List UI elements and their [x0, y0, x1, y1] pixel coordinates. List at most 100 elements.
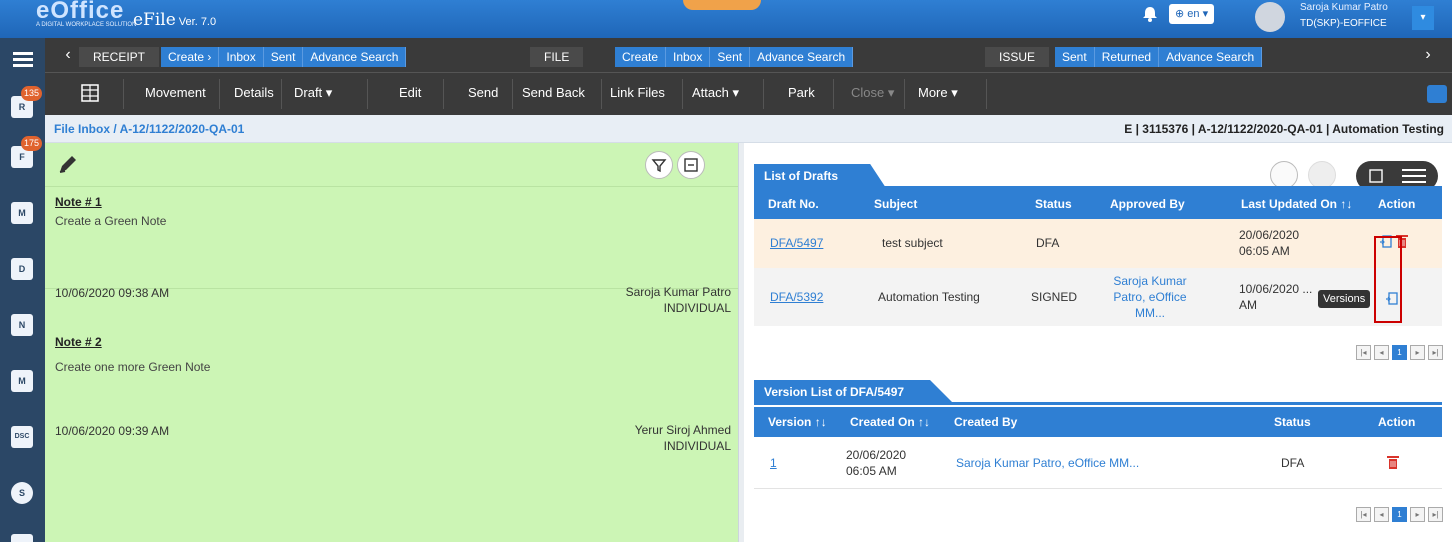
note-signature: Yerur Siroj Ahmed INDIVIDUAL [635, 422, 731, 454]
edit-button[interactable]: Edit [399, 85, 421, 100]
current-page[interactable]: 1 [1392, 345, 1407, 360]
breadcrumb-root-link[interactable]: File Inbox [54, 122, 110, 136]
logo-tagline: A DIGITAL WORKPLACE SOLUTION [36, 22, 137, 28]
col-created-on[interactable]: Created On ↑↓ [850, 415, 930, 429]
drafts-pagination: |◂ ◂ 1 ▸ ▸| [1356, 345, 1443, 360]
receipt-tab-inbox[interactable]: Inbox [219, 47, 264, 67]
note-title[interactable]: Note # 1 [55, 195, 102, 209]
first-page-button[interactable]: |◂ [1356, 345, 1371, 360]
delete-icon[interactable] [1387, 455, 1399, 470]
first-page-button[interactable]: |◂ [1356, 507, 1371, 522]
breadcrumb: File Inbox / A-12/1122/2020-QA-01 E | 31… [45, 115, 1452, 143]
close-dropdown-button[interactable]: Close ▾ [851, 85, 894, 101]
notes-pane: Note # 1 Create a Green Note 10/06/2020 … [45, 143, 738, 542]
col-subject[interactable]: Subject [874, 197, 917, 211]
toolbar-divider [904, 79, 905, 109]
file-tab-sent[interactable]: Sent [710, 47, 751, 67]
receipt-tab-sent[interactable]: Sent [264, 47, 304, 67]
versions-table-header: Version ↑↓ Created On ↑↓ Created By Stat… [754, 407, 1442, 437]
versions-pagination: |◂ ◂ 1 ▸ ▸| [1356, 507, 1443, 522]
eoffice-logo[interactable]: eOffice A DIGITAL WORKPLACE SOLUTION [36, 0, 137, 28]
user-menu-caret-icon[interactable]: ▾ [1412, 6, 1434, 30]
draft-dropdown-button[interactable]: Draft ▾ [294, 85, 332, 101]
notification-tab[interactable] [683, 0, 761, 10]
add-note-icon[interactable] [57, 153, 79, 175]
receipt-tab-create[interactable]: Create › [161, 47, 220, 67]
single-pane-view-icon[interactable] [1270, 161, 1298, 189]
notification-icon: N [11, 314, 33, 336]
file-tab-inbox[interactable]: Inbox [666, 47, 711, 67]
app-title: eFile [133, 10, 176, 30]
file-tab-advance-search[interactable]: Advance Search [750, 47, 854, 67]
link-files-button[interactable]: Link Files [610, 85, 665, 100]
draft-no-link[interactable]: DFA/5392 [770, 289, 823, 305]
mail-icon: M [11, 202, 33, 224]
issue-tab-sent[interactable]: Sent [1055, 47, 1095, 67]
app-header: eOffice A DIGITAL WORKPLACE SOLUTION eFi… [0, 0, 1452, 38]
nav-right-arrow-icon[interactable]: › [1419, 44, 1437, 66]
bell-icon[interactable] [1142, 6, 1158, 22]
note-item: Note # 1 Create a Green Note 10/06/2020 … [45, 188, 738, 315]
last-page-button[interactable]: ▸| [1428, 507, 1443, 522]
prev-page-button[interactable]: ◂ [1374, 345, 1389, 360]
version-link[interactable]: 1 [770, 455, 777, 471]
col-status[interactable]: Status [1035, 197, 1072, 211]
versions-tooltip: Versions [1318, 290, 1371, 308]
toolbar-divider [763, 79, 764, 109]
sidebar-item-dsc[interactable]: DSC [7, 420, 39, 452]
receipt-tab-advance-search[interactable]: Advance Search [303, 47, 407, 67]
sidebar-item-receipt[interactable]: 135 R [7, 86, 43, 122]
last-page-button[interactable]: ▸| [1428, 345, 1443, 360]
nav-left-arrow-icon[interactable]: ‹ [59, 44, 77, 66]
draft-updated: 10/06/2020 ... AM [1239, 282, 1313, 312]
drafts-section-title: List of Drafts [754, 164, 886, 188]
more-dropdown-button[interactable]: More ▾ [918, 85, 958, 101]
movement-button[interactable]: Movement [145, 85, 206, 100]
draft-updated: 20/06/2020 06:05 AM [1239, 228, 1300, 258]
details-button[interactable]: Details [234, 85, 274, 100]
hamburger-menu-icon[interactable] [13, 52, 33, 67]
filter-icon[interactable] [645, 151, 673, 179]
movement-icon: M [11, 370, 33, 392]
save-note-icon[interactable] [677, 151, 705, 179]
col-approved-by[interactable]: Approved By [1110, 197, 1185, 211]
send-back-button[interactable]: Send Back [522, 85, 585, 100]
sidebar-item-file[interactable]: 175 F [7, 136, 43, 172]
file-info: E | 3115376 | A-12/1122/2020-QA-01 | Aut… [1124, 122, 1444, 136]
sidebar-item-notification[interactable]: N [7, 308, 39, 340]
highlight-box [1374, 236, 1402, 323]
sidebar-item-settings[interactable]: S [7, 476, 39, 508]
note-title[interactable]: Note # 2 [55, 335, 102, 349]
document-view-icon[interactable] [1308, 161, 1336, 189]
sidebar-item-movement[interactable]: M [7, 364, 39, 396]
sidebar-item-mail[interactable]: M [7, 196, 39, 228]
send-button[interactable]: Send [468, 85, 498, 100]
next-page-button[interactable]: ▸ [1410, 345, 1425, 360]
note-signature: Saroja Kumar Patro INDIVIDUAL [626, 284, 731, 316]
current-page[interactable]: 1 [1392, 507, 1407, 522]
col-version[interactable]: Version ↑↓ [768, 415, 827, 429]
toolbar-divider [123, 79, 124, 109]
sidebar-item-more[interactable] [7, 528, 39, 542]
park-button[interactable]: Park [788, 85, 815, 100]
user-org: TD(SKP)-EOFFICE [1300, 18, 1387, 29]
breadcrumb-path: File Inbox / A-12/1122/2020-QA-01 [54, 122, 244, 136]
col-last-updated[interactable]: Last Updated On ↑↓ [1241, 197, 1352, 211]
file-tab-create[interactable]: Create [615, 47, 667, 67]
next-page-button[interactable]: ▸ [1410, 507, 1425, 522]
avatar[interactable] [1255, 2, 1285, 32]
issue-tab-advance-search[interactable]: Advance Search [1159, 47, 1263, 67]
prev-page-button[interactable]: ◂ [1374, 507, 1389, 522]
draft-no-link[interactable]: DFA/5497 [770, 235, 823, 251]
sidebar-item-dashboard[interactable]: D [7, 252, 39, 284]
col-draft-no[interactable]: Draft No. [768, 197, 819, 211]
toolbar-divider [512, 79, 513, 109]
draft-edit-icon [1369, 169, 1383, 183]
attach-dropdown-button[interactable]: Attach ▾ [692, 85, 739, 101]
language-select[interactable]: ⊕ en ▾ [1169, 4, 1215, 24]
print-icon[interactable] [1427, 85, 1447, 103]
toolbar-divider [601, 79, 602, 109]
issue-tab-returned[interactable]: Returned [1095, 47, 1160, 67]
file-tabs: Create Inbox Sent Advance Search [615, 47, 854, 67]
grid-view-icon[interactable] [81, 84, 99, 102]
